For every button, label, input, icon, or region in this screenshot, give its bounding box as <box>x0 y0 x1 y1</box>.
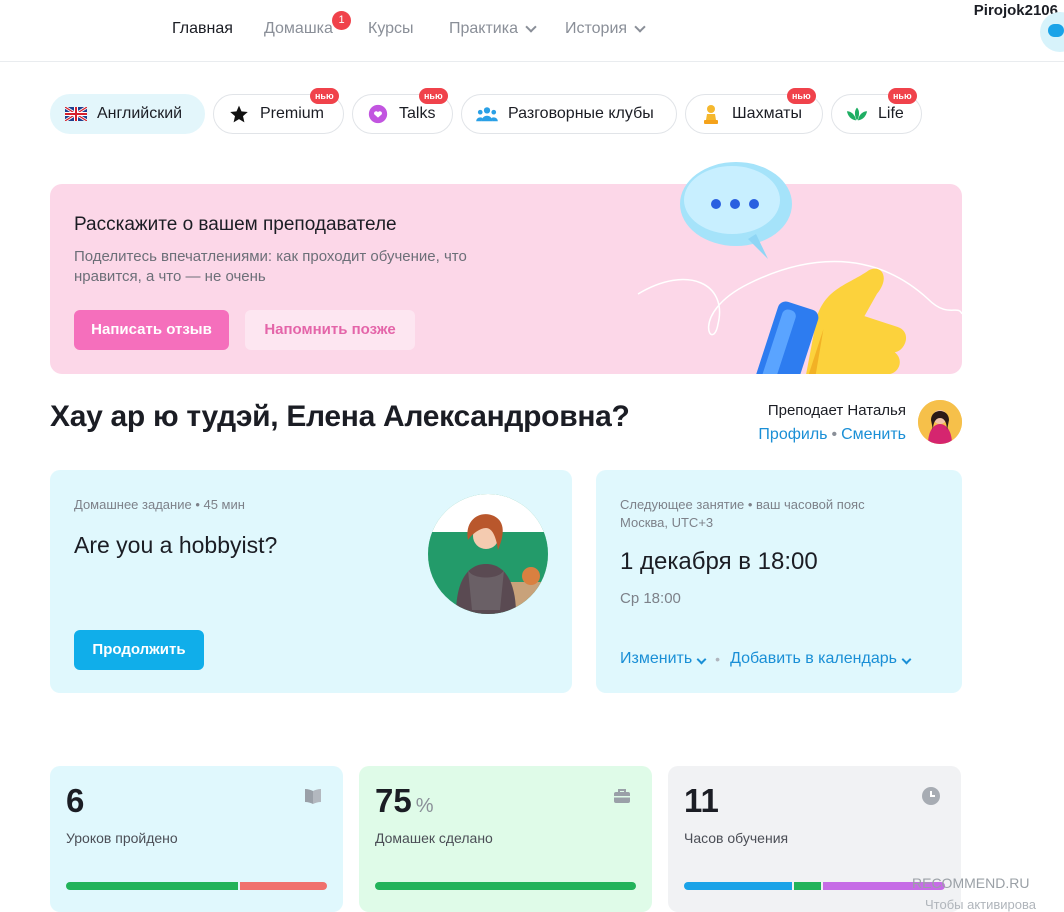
teacher-label: Преподает Наталья <box>767 402 906 419</box>
teacher-links: Профиль • Сменить <box>758 426 906 444</box>
lesson-weekday-time: Ср 18:00 <box>620 590 681 607</box>
nav-courses-label: Курсы <box>368 20 414 37</box>
chip-speaking-clubs[interactable]: Разговорные клубы <box>461 94 677 134</box>
top-nav: Главная Домашка 1 Курсы Практика История… <box>0 0 1064 62</box>
chip-english[interactable]: Английский <box>50 94 205 134</box>
star-icon <box>228 103 250 125</box>
chip-speaking-clubs-label: Разговорные клубы <box>508 105 654 122</box>
stat-hours-value: 11 <box>684 782 719 819</box>
progress-segment-done <box>375 882 636 890</box>
new-badge: нью <box>310 88 339 104</box>
nav-courses[interactable]: Курсы <box>368 20 414 38</box>
next-lesson-card: Следующее занятие • ваш часовой пояс Мос… <box>596 470 962 693</box>
watermark-logo: RECOMMEND.RU <box>912 875 1030 891</box>
add-to-calendar-label: Добавить в календарь <box>730 650 897 667</box>
lesson-actions: Изменить • Добавить в календарь <box>620 650 912 668</box>
lotus-icon <box>846 103 868 125</box>
uk-flag-icon <box>65 103 87 125</box>
banner-text: Поделитесь впечатлениями: как проходит о… <box>74 248 467 285</box>
briefcase-icon <box>614 789 630 803</box>
nav-home[interactable]: Главная <box>172 20 233 38</box>
change-lesson-label: Изменить <box>620 650 693 667</box>
chevron-down-icon <box>525 21 537 33</box>
watermark-text: Чтобы активирова <box>925 897 1037 912</box>
chess-pawn-icon <box>700 103 722 125</box>
thumbs-up-illustration <box>637 162 962 374</box>
lessons-progress-bar <box>66 882 327 890</box>
homework-progress-bar <box>375 882 636 890</box>
new-badge: нью <box>787 88 816 104</box>
separator-dot: • <box>831 426 838 443</box>
chip-talks-label: Talks <box>399 105 436 122</box>
lesson-meta-line1: Следующее занятие • ваш часовой пояс <box>620 497 865 512</box>
nav-homework-label: Домашка <box>264 20 333 37</box>
chat-heart-icon <box>367 103 389 125</box>
greeting-heading: Хау ар ю тудэй, Елена Александровна? <box>50 400 630 433</box>
banner-title: Расскажите о вашем преподавателе <box>74 214 397 235</box>
chip-premium[interactable]: Premium нью <box>213 88 344 134</box>
teacher-profile-link[interactable]: Профиль <box>758 426 827 444</box>
continue-button[interactable]: Продолжить <box>74 630 204 670</box>
homework-count-badge: 1 <box>332 11 351 30</box>
lesson-date: 1 декабря в 18:00 <box>620 548 818 575</box>
stat-value: 75% <box>375 782 434 820</box>
homework-image <box>428 494 548 614</box>
stat-homework-label: Домашек сделано <box>375 830 493 846</box>
stat-lessons-label: Уроков пройдено <box>66 830 178 846</box>
stat-value: 6 <box>66 782 84 820</box>
progress-segment-green <box>794 882 821 890</box>
teacher-avatar[interactable] <box>918 400 962 444</box>
progress-segment-missed <box>240 882 327 890</box>
nav-history[interactable]: История <box>565 20 646 38</box>
homework-title: Are you a hobbyist? <box>74 532 278 558</box>
nav-history-label: История <box>565 20 628 37</box>
chip-chess[interactable]: Шахматы нью <box>685 88 823 134</box>
stat-homework-value: 75 <box>375 782 412 819</box>
clock-icon <box>922 787 940 805</box>
chevron-down-icon <box>634 21 646 33</box>
homework-card[interactable]: Домашнее задание • 45 мин Are you a hobb… <box>50 470 572 693</box>
stat-hours-label: Часов обучения <box>684 830 789 846</box>
stat-lessons-value: 6 <box>66 782 85 819</box>
new-badge: нью <box>888 88 917 104</box>
teacher-feedback-banner: Расскажите о вашем преподавателе Поделит… <box>50 162 962 374</box>
nav-practice-label: Практика <box>449 20 518 37</box>
chip-life[interactable]: Life нью <box>831 88 922 134</box>
progress-segment-blue <box>684 882 792 890</box>
chip-talks[interactable]: Talks нью <box>352 88 453 134</box>
homework-meta: Домашнее задание • 45 мин <box>74 497 245 512</box>
stat-value: 11 <box>684 782 719 820</box>
stat-homework-card: 75% Домашек сделано <box>359 766 652 912</box>
separator-dot: • <box>715 651 721 667</box>
book-icon <box>305 789 321 804</box>
remind-later-button[interactable]: Напомнить позже <box>245 310 415 350</box>
progress-segment-completed <box>66 882 238 890</box>
chip-english-label: Английский <box>97 105 183 122</box>
chevron-down-icon <box>901 654 912 665</box>
nav-homework[interactable]: Домашка <box>264 20 333 38</box>
stat-lessons-card: 6 Уроков пройдено <box>50 766 343 912</box>
lesson-meta: Следующее занятие • ваш часовой пояс Мос… <box>620 496 865 532</box>
percent-unit: % <box>415 795 434 817</box>
change-lesson-link[interactable]: Изменить <box>620 650 707 668</box>
new-badge: нью <box>419 88 448 104</box>
write-review-button[interactable]: Написать отзыв <box>74 310 229 350</box>
chip-premium-label: Premium <box>260 105 325 122</box>
people-icon <box>476 103 498 125</box>
chevron-down-icon <box>696 654 707 665</box>
nav-home-label: Главная <box>172 20 233 37</box>
nav-practice[interactable]: Практика <box>449 20 537 38</box>
add-to-calendar-link[interactable]: Добавить в календарь <box>730 650 912 668</box>
chip-chess-label: Шахматы <box>732 105 802 122</box>
lesson-meta-line2: Москва, UTC+3 <box>620 515 714 530</box>
chip-life-label: Life <box>878 105 904 122</box>
change-teacher-link[interactable]: Сменить <box>841 426 906 444</box>
hours-progress-bar <box>684 882 945 890</box>
